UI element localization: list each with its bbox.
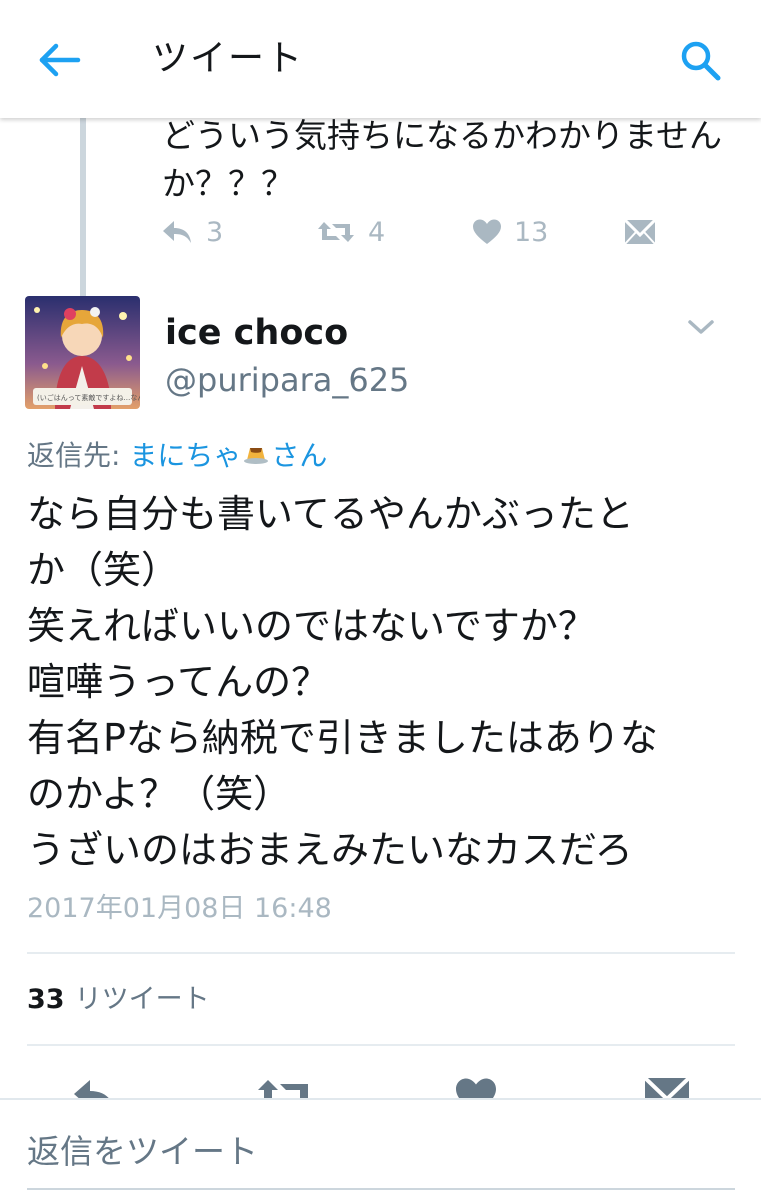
tweet-timestamp: 2017年01月08日 16:48	[27, 893, 332, 924]
like-button[interactable]: 13	[472, 208, 548, 256]
thread-connector	[80, 118, 86, 296]
tweet-action-bar	[0, 1068, 761, 1100]
reply-composer[interactable]: 返信をツイート	[0, 1098, 761, 1202]
search-button[interactable]	[676, 36, 726, 86]
tweet-line: 有名Pなら納税で引きましたはありな	[27, 716, 658, 760]
previous-tweet-actions: 3 4 13	[160, 208, 720, 256]
page-title: ツイート	[152, 38, 305, 79]
retweet-stats-label: リツイート	[74, 984, 210, 1015]
author-handle[interactable]: @puripara_625	[165, 358, 409, 402]
svg-text:(いごはんって素敵ですよね…なんで: (いごはんって素敵ですよね…なんで	[37, 393, 140, 402]
reply-icon[interactable]	[70, 1076, 118, 1100]
divider	[27, 952, 735, 954]
tweet-line: のかよ？（笑）	[27, 772, 292, 816]
retweet-total: 33	[27, 984, 65, 1015]
avatar[interactable]: (いごはんって素敵ですよね…なんで	[25, 296, 140, 409]
like-count: 13	[514, 216, 549, 248]
retweet-button[interactable]: 4	[316, 208, 385, 256]
reply-target-suffix: さん	[271, 439, 328, 472]
app-header: ツイート	[0, 0, 761, 118]
heart-icon[interactable]	[454, 1076, 498, 1100]
tweet-line: 喧嘩うってんの？	[27, 660, 330, 704]
retweet-icon[interactable]	[256, 1076, 316, 1100]
tweet-line: うざいのはおまえみたいなカスだろ	[27, 828, 633, 872]
chevron-down-icon	[688, 320, 714, 334]
reply-target-name: まにちゃ	[129, 439, 242, 472]
retweet-stats[interactable]: 33 リツイート	[27, 980, 210, 1020]
arrow-left-icon	[39, 43, 81, 77]
reply-input-placeholder[interactable]: 返信をツイート	[27, 1130, 258, 1174]
direct-message-button[interactable]	[624, 208, 656, 256]
envelope-icon[interactable]	[644, 1076, 690, 1100]
previous-tweet-text: どういう気持ちになるかわかりません か？？？	[162, 112, 752, 208]
tweet-text: なら自分も書いてるやんかぶったと か（笑） 笑えればいいのではないですか？ 喧嘩…	[27, 486, 747, 878]
back-button[interactable]	[36, 38, 84, 82]
reply-button[interactable]: 3	[160, 208, 223, 256]
tweet-line: か（笑）	[27, 548, 180, 592]
retweet-count: 4	[368, 216, 386, 248]
replying-to-prefix: 返信先:	[27, 439, 130, 472]
tweet-line: なら自分も書いてるやんかぶったと	[27, 492, 634, 536]
input-underline	[27, 1188, 735, 1190]
pudding-emoji-icon	[243, 437, 269, 477]
tweet-line: 笑えればいいのではないですか？	[27, 604, 596, 648]
previous-tweet-line: か？？？	[162, 164, 294, 203]
divider	[27, 1044, 735, 1046]
tweet-options-button[interactable]	[684, 310, 718, 344]
heart-icon	[473, 219, 501, 244]
reply-count: 3	[206, 216, 224, 248]
retweet-icon	[318, 222, 354, 242]
previous-tweet-line: どういう気持ちになるかわかりません	[162, 116, 723, 155]
replying-to: 返信先: まにちゃ さん	[27, 436, 327, 477]
author-display-name[interactable]: ice choco	[165, 310, 348, 356]
reply-target-link[interactable]: まにちゃ さん	[129, 439, 327, 472]
envelope-icon	[624, 219, 656, 245]
avatar-image: (いごはんって素敵ですよね…なんで	[25, 296, 140, 409]
reply-icon	[163, 221, 191, 243]
search-icon	[681, 41, 721, 81]
